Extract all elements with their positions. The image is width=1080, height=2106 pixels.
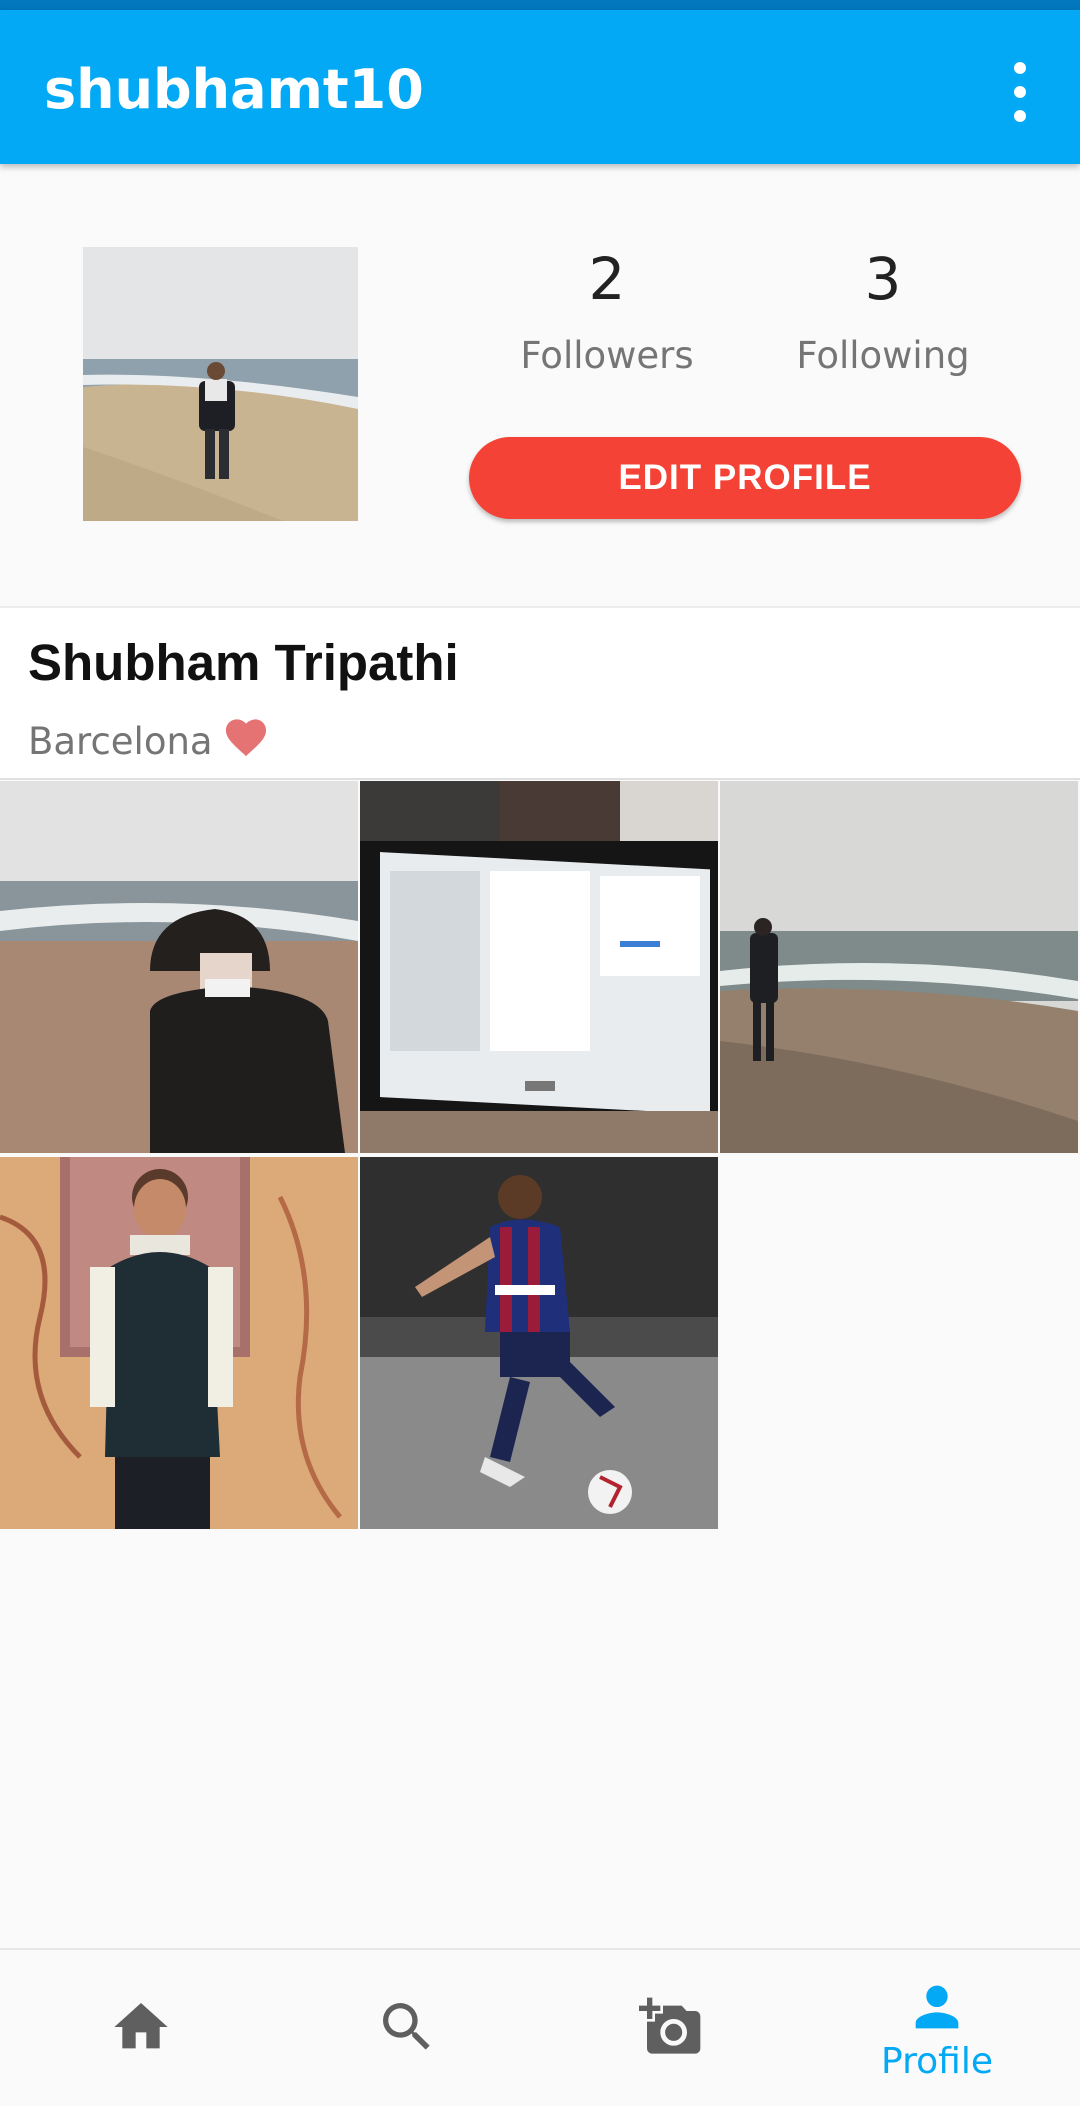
heart-icon [223, 716, 269, 767]
post-thumbnail[interactable] [360, 781, 718, 1153]
followers-stat[interactable]: 2 Followers [497, 250, 717, 377]
nav-search[interactable] [272, 1950, 542, 2106]
followers-label: Followers [520, 334, 694, 377]
avatar[interactable] [83, 247, 358, 521]
status-bar [0, 0, 1080, 10]
app-bar: shubhamt10 [0, 10, 1080, 164]
following-count: 3 [864, 245, 902, 313]
divider [0, 778, 1080, 780]
followers-count: 2 [588, 245, 626, 313]
bottom-navigation: Profile [0, 1948, 1080, 2106]
post-thumbnail[interactable] [360, 1157, 718, 1529]
full-name: Shubham Tripathi [28, 634, 459, 691]
bio-text: Barcelona [28, 720, 213, 763]
following-label: Following [796, 334, 970, 377]
nav-profile[interactable]: Profile [802, 1950, 1072, 2106]
post-thumbnail[interactable] [0, 781, 358, 1153]
more-vert-icon[interactable] [998, 62, 1042, 122]
home-icon [114, 2003, 168, 2049]
add-photo-icon [639, 1997, 701, 2054]
nav-add-photo[interactable] [536, 1950, 806, 2106]
nav-home[interactable] [6, 1950, 276, 2106]
bio: Barcelona [28, 716, 269, 767]
following-stat[interactable]: 3 Following [773, 250, 993, 377]
nav-profile-label: Profile [881, 2040, 993, 2082]
app-title: shubhamt10 [44, 58, 424, 121]
search-icon [383, 2003, 430, 2050]
edit-profile-button[interactable]: EDIT PROFILE [469, 437, 1021, 519]
person-icon [915, 1985, 959, 2028]
post-thumbnail[interactable] [720, 781, 1078, 1153]
post-thumbnail[interactable] [0, 1157, 358, 1529]
